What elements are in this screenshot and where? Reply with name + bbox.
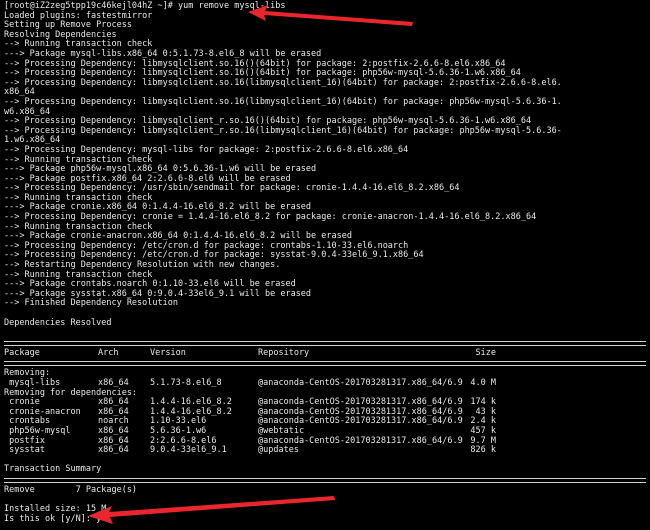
terminal-window[interactable]: [root@iZ2zeg5tpp19c46kejl04hZ ~]# yum re…: [0, 0, 650, 530]
header-package: Package: [4, 347, 40, 358]
cell-version: 5.1.73-8.el6_8: [150, 377, 222, 388]
header-repository: Repository: [258, 347, 310, 358]
summary-title: Transaction Summary: [4, 464, 102, 475]
terminal-line: --> Finished Dependency Resolution: [4, 298, 178, 309]
table-divider: [4, 477, 646, 483]
header-version: Version: [150, 347, 186, 358]
cell-version: 9.0.4-33el6_9.1: [150, 445, 227, 456]
cell-arch: x86_64: [98, 445, 129, 456]
red-arrow-icon: [88, 496, 335, 524]
table-row: sysstat x86_64 9.0.4-33el6_9.1 @updates 826 …: [4, 446, 650, 456]
cell-size: 826 k: [470, 445, 496, 456]
cell-repository: @anaconda-CentOS-201703281317.x86_64/6.9: [258, 377, 463, 388]
deps-rows: cronie x86_64 1.4.4-16.el6_8.2 @anaconda-Ce…: [4, 398, 650, 456]
table-header: Package Arch Version Repository Size: [4, 347, 650, 359]
header-arch: Arch: [98, 347, 119, 358]
terminal-output: [root@iZ2zeg5tpp19c46kejl04hZ ~]# yum re…: [4, 1, 650, 328]
terminal-line: --> Processing Dependency: libmysqlclien…: [4, 125, 562, 136]
red-arrow-icon: [248, 5, 413, 26]
table-divider: [4, 340, 646, 346]
cell-package: sysstat: [4, 445, 45, 456]
terminal-line: --> Processing Dependency: libmysqlclien…: [4, 96, 562, 107]
header-size: Size: [475, 347, 496, 358]
cell-size: 4.0 M: [470, 377, 496, 388]
terminal-line: Dependencies Resolved: [4, 317, 112, 328]
table-divider: [4, 361, 646, 367]
terminal-line: --> Processing Dependency: libmysqlclien…: [4, 77, 562, 88]
cell-repository: @updates: [258, 445, 299, 456]
